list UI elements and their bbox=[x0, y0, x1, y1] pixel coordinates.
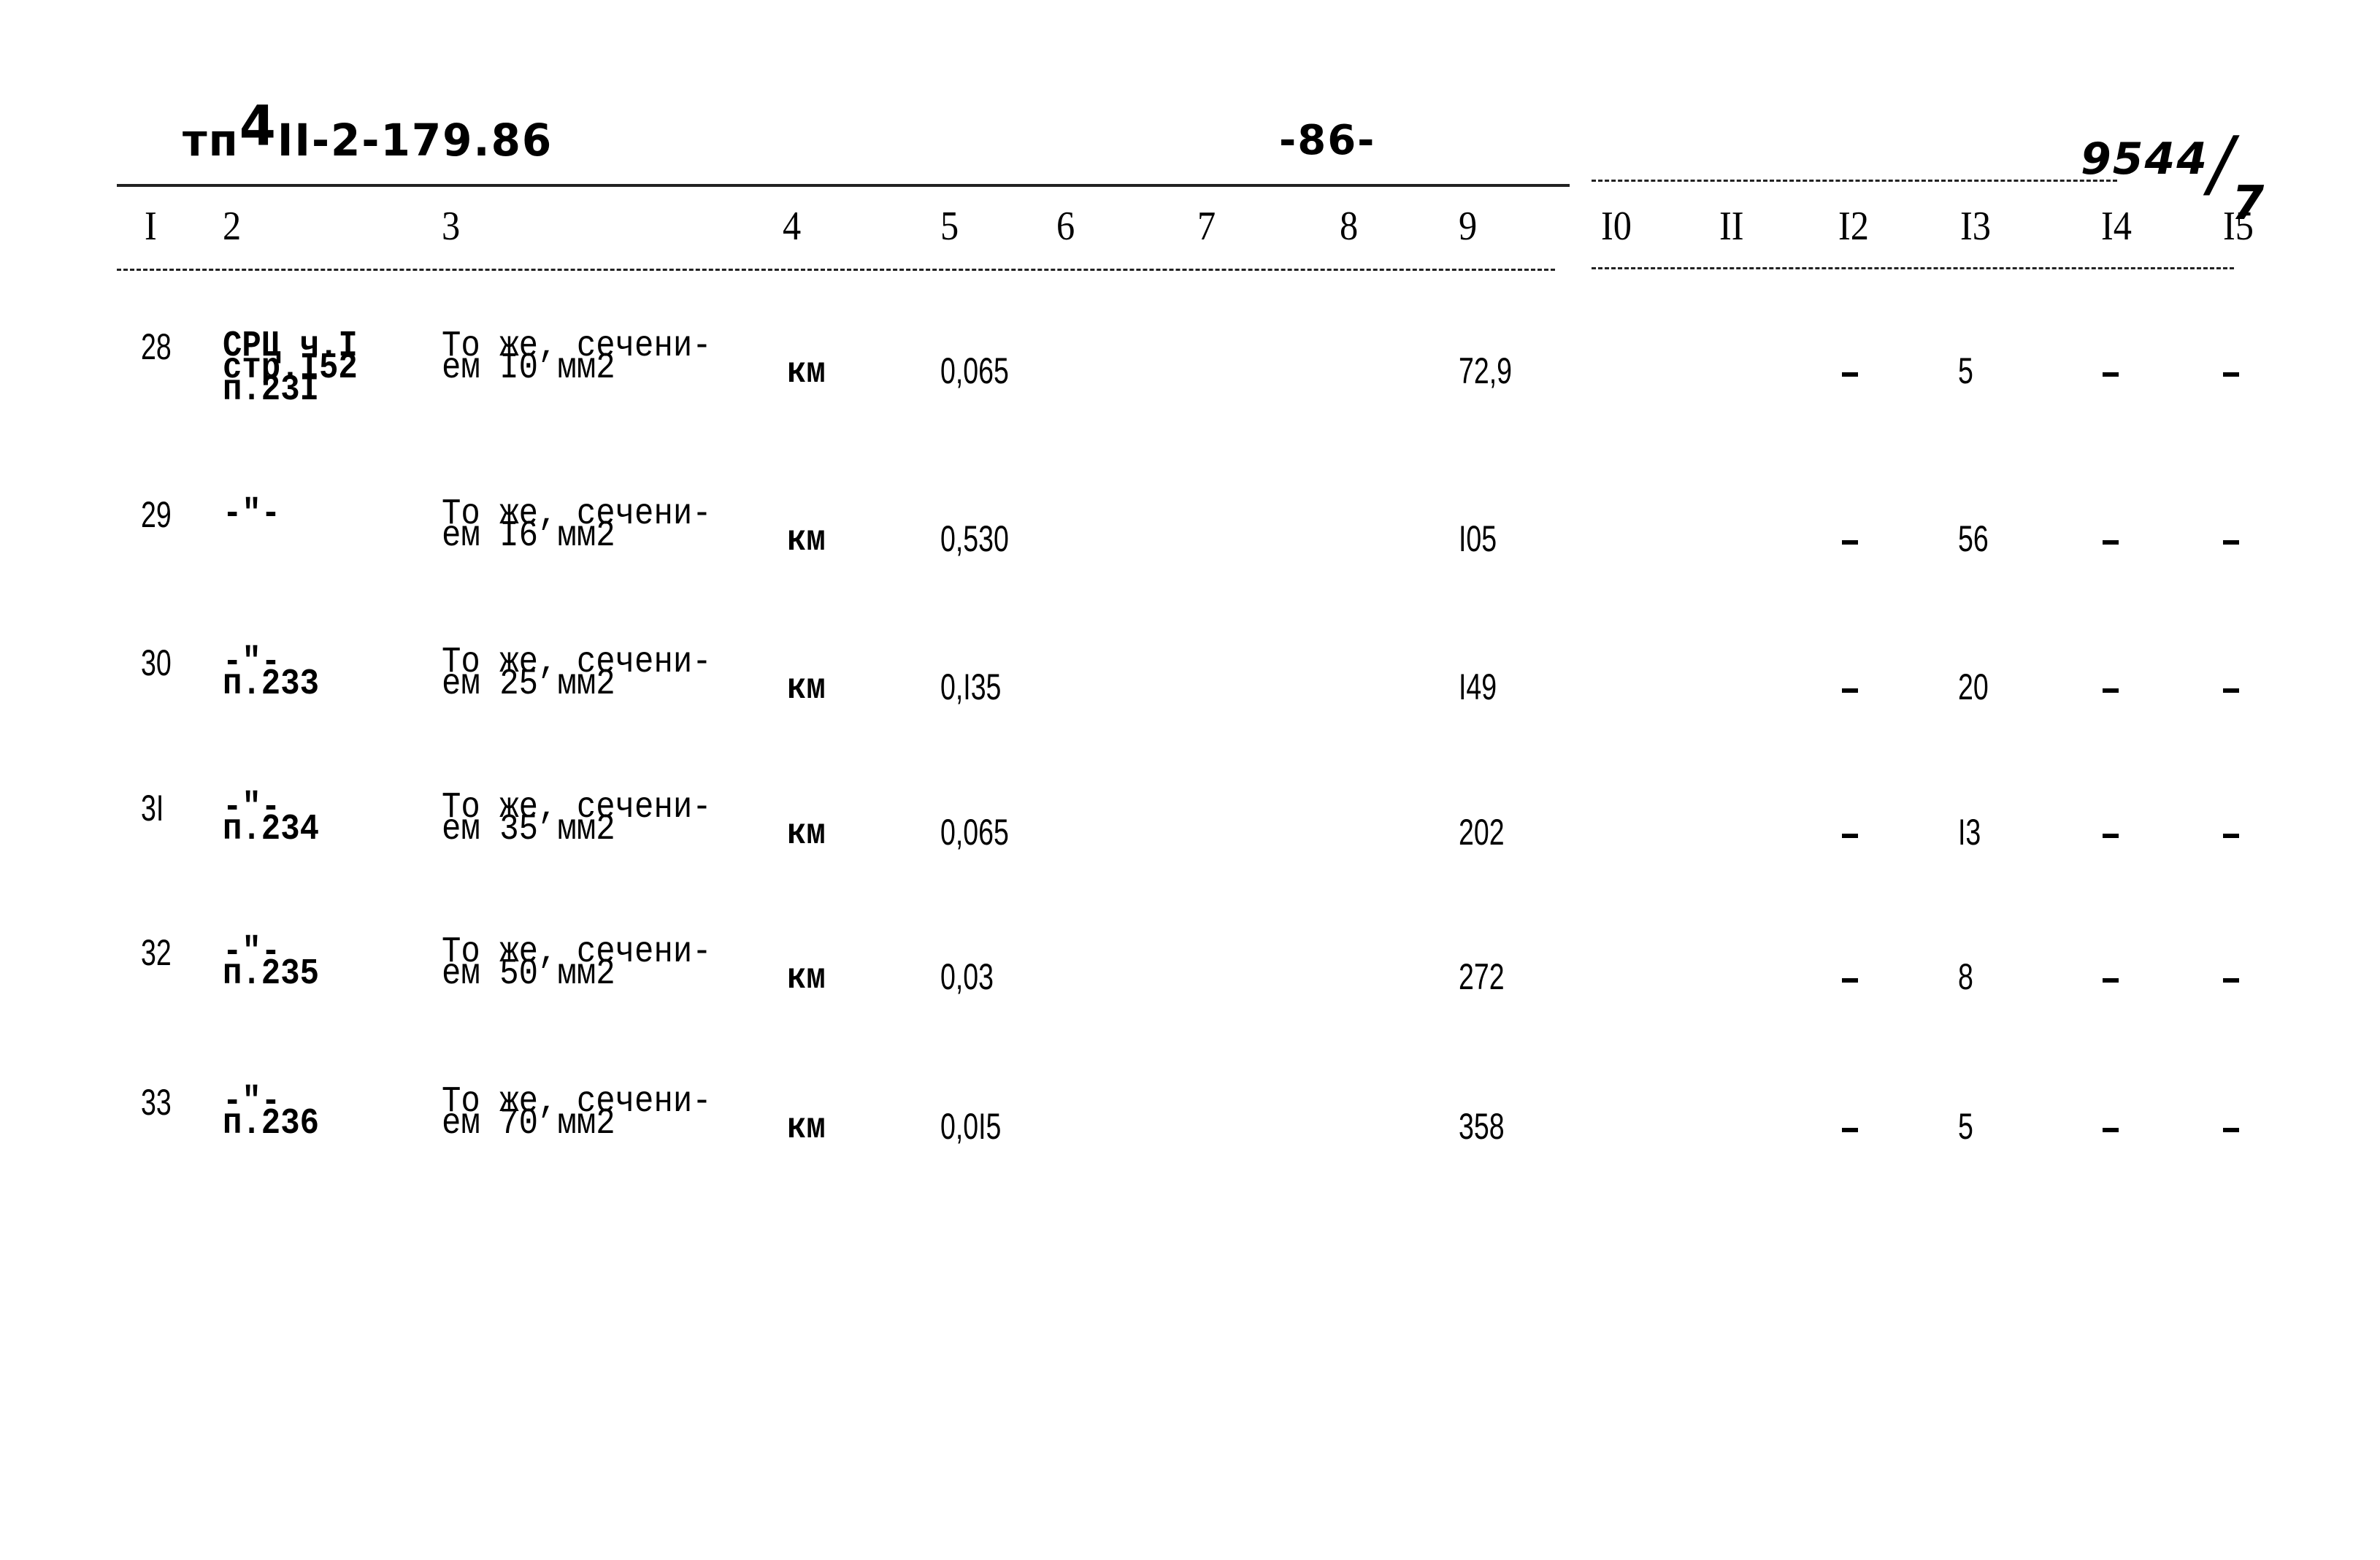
quantity-col5: 0,065 bbox=[940, 350, 1009, 391]
doc-code-prefix: тп bbox=[183, 114, 239, 166]
dash-col12 bbox=[1842, 1128, 1858, 1132]
dash-col12 bbox=[1842, 688, 1858, 693]
dash-col12 bbox=[1842, 834, 1858, 838]
value-col13: 5 bbox=[1958, 350, 1973, 391]
description-line: ем 25 мм2 bbox=[442, 664, 615, 705]
row-number: 28 bbox=[141, 326, 172, 367]
column-header: 7 bbox=[1197, 204, 1216, 249]
column-header: 9 bbox=[1459, 204, 1478, 249]
column-header: I2 bbox=[1838, 204, 1869, 249]
sheet-id-main: 9544 bbox=[2081, 134, 2208, 185]
column-header: 2 bbox=[223, 204, 242, 249]
description-line: ем 50 мм2 bbox=[442, 953, 615, 995]
value-col13: 5 bbox=[1958, 1106, 1973, 1147]
dash-col14 bbox=[2103, 978, 2119, 983]
unit: км bbox=[787, 352, 826, 393]
page-number: -86- bbox=[1279, 117, 1376, 164]
value-col9: 72,9 bbox=[1459, 350, 1512, 391]
unit: км bbox=[787, 813, 826, 855]
quantity-col5: 0,03 bbox=[940, 956, 994, 997]
unit: км bbox=[787, 668, 826, 710]
dash-col14 bbox=[2103, 834, 2119, 838]
reference-line: -"- bbox=[223, 493, 281, 535]
column-header: I5 bbox=[2223, 204, 2254, 249]
dash-col14 bbox=[2103, 372, 2119, 377]
column-header: 8 bbox=[1340, 204, 1359, 249]
dash-col15 bbox=[2223, 1128, 2239, 1132]
quantity-col5: 0,0I5 bbox=[940, 1106, 1002, 1147]
doc-code-superscript: 4 bbox=[239, 93, 277, 158]
header-bottom-rule-right bbox=[1592, 267, 2234, 269]
header-top-rule-right bbox=[1592, 180, 2117, 182]
dash-col15 bbox=[2223, 834, 2239, 838]
sheet-id-slash: / bbox=[2208, 120, 2235, 206]
dash-col12 bbox=[1842, 372, 1858, 377]
quantity-col5: 0,065 bbox=[940, 812, 1009, 853]
unit: км bbox=[787, 1107, 826, 1149]
row-number: 29 bbox=[141, 494, 172, 535]
value-col13: 56 bbox=[1958, 518, 1989, 559]
value-col9: I49 bbox=[1459, 666, 1497, 707]
reference-line: п.23I bbox=[223, 369, 320, 411]
column-header: I0 bbox=[1601, 204, 1632, 249]
reference-line: п.236 bbox=[223, 1103, 320, 1145]
dash-col15 bbox=[2223, 372, 2239, 377]
unit: км bbox=[787, 958, 826, 999]
value-col13: 8 bbox=[1958, 956, 1973, 997]
value-col9: 202 bbox=[1459, 812, 1505, 853]
row-number: 33 bbox=[141, 1082, 172, 1123]
header-top-rule-left bbox=[117, 184, 1570, 187]
quantity-col5: 0,530 bbox=[940, 518, 1009, 559]
value-col13: 20 bbox=[1958, 666, 1989, 707]
dash-col12 bbox=[1842, 540, 1858, 545]
column-header: I bbox=[145, 204, 157, 249]
value-col13: I3 bbox=[1958, 812, 1981, 853]
dash-col15 bbox=[2223, 540, 2239, 545]
row-number: 32 bbox=[141, 932, 172, 973]
dash-col12 bbox=[1842, 978, 1858, 983]
reference-line: п.235 bbox=[223, 953, 320, 995]
row-number: 3I bbox=[141, 788, 164, 829]
column-header: II bbox=[1719, 204, 1744, 249]
reference-line: п.234 bbox=[223, 809, 320, 850]
dash-col15 bbox=[2223, 978, 2239, 983]
column-header: 3 bbox=[442, 204, 461, 249]
column-header: I4 bbox=[2101, 204, 2132, 249]
quantity-col5: 0,I35 bbox=[940, 666, 1002, 707]
row-number: 30 bbox=[141, 642, 172, 683]
column-header: I3 bbox=[1960, 204, 1991, 249]
dash-col14 bbox=[2103, 1128, 2119, 1132]
header-bottom-rule-left bbox=[117, 269, 1555, 271]
column-header: 5 bbox=[940, 204, 959, 249]
value-col9: 358 bbox=[1459, 1106, 1505, 1147]
description-line: ем 35 мм2 bbox=[442, 809, 615, 850]
sheet-id: 9544/7 bbox=[2081, 106, 2268, 231]
document-code: тп4II-2-179.86 bbox=[183, 93, 553, 169]
description-line: ем I0 мм2 bbox=[442, 347, 615, 389]
value-col9: 272 bbox=[1459, 956, 1505, 997]
reference-line: п.233 bbox=[223, 664, 320, 705]
dash-col14 bbox=[2103, 540, 2119, 545]
dash-col14 bbox=[2103, 688, 2119, 693]
value-col9: I05 bbox=[1459, 518, 1497, 559]
unit: км bbox=[787, 520, 826, 561]
description-line: ем I6 мм2 bbox=[442, 515, 615, 557]
doc-code-number: II-2-179.86 bbox=[277, 114, 553, 166]
column-header: 6 bbox=[1056, 204, 1075, 249]
column-header: 4 bbox=[783, 204, 802, 249]
description-line: ем 70 мм2 bbox=[442, 1103, 615, 1145]
dash-col15 bbox=[2223, 688, 2239, 693]
